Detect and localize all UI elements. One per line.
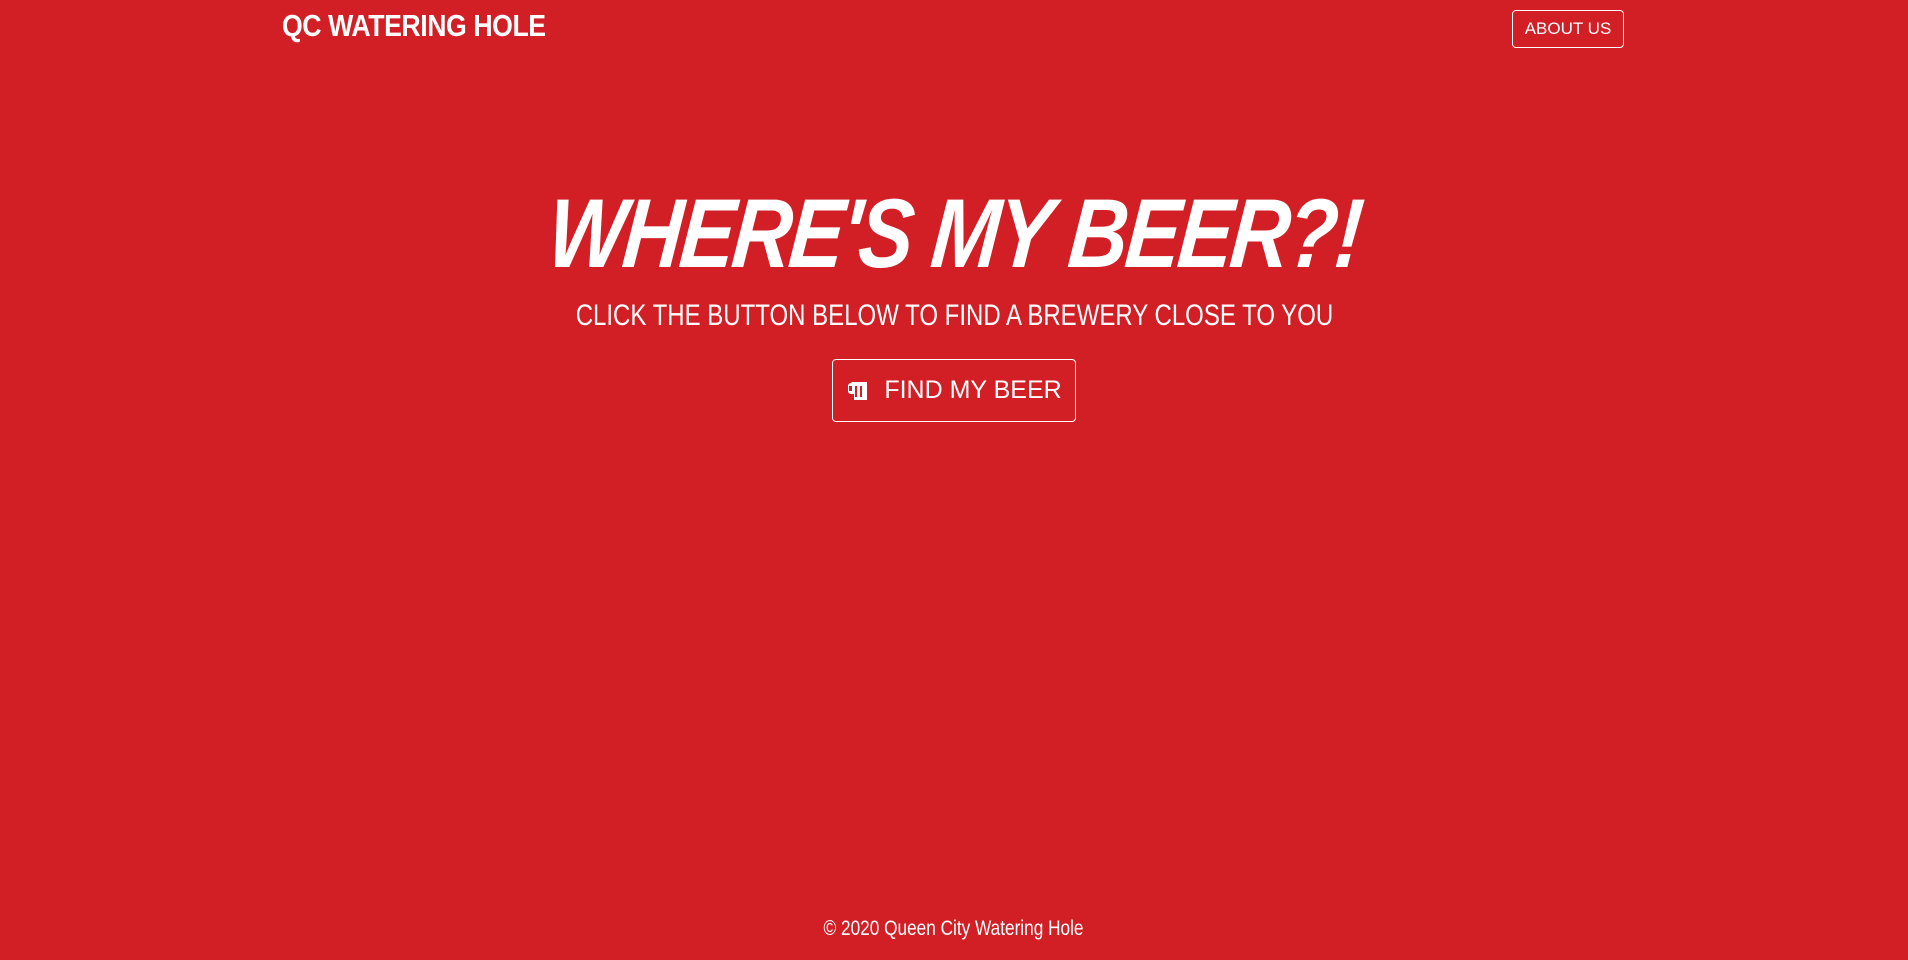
hero-subtitle-text: CLICK THE BUTTON BELOW TO FIND A BREWERY… [575,299,1333,332]
find-my-beer-button[interactable]: FIND MY BEER [832,359,1076,422]
copyright-text: © 2020 Queen City Watering Hole [824,917,1084,940]
navbar: QC WATERING HOLE ABOUT US [0,0,1908,60]
hero-title: WHERE'S MY BEER?! [0,178,1908,288]
brand-logo-link[interactable]: QC WATERING HOLE [282,8,546,44]
about-us-button[interactable]: ABOUT US [1512,10,1624,48]
hero-title-text: WHERE'S MY BEER?! [543,178,1365,288]
footer: © 2020 Queen City Watering Hole [0,914,1908,944]
beer-mug-icon [846,380,870,402]
hero-subtitle: CLICK THE BUTTON BELOW TO FIND A BREWERY… [0,298,1908,334]
find-my-beer-label: FIND MY BEER [884,376,1062,404]
